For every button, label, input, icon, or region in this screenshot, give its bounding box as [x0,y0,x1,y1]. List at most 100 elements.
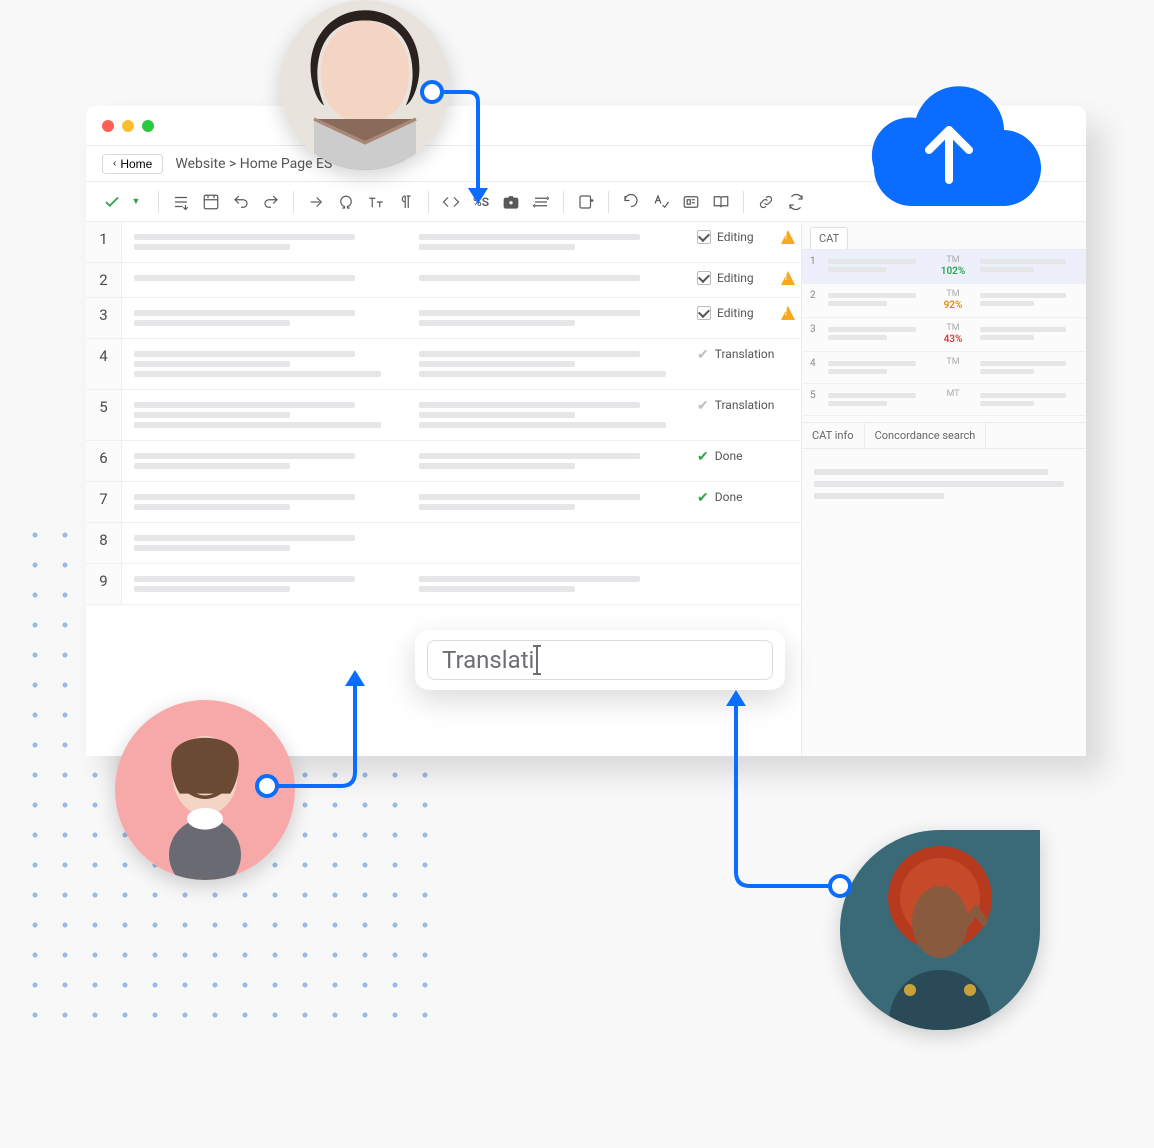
cat-panel-tabs: CAT [802,222,1086,250]
segment-source [122,523,407,563]
segment-source [122,222,407,262]
segment-row[interactable]: 4✔Translation [86,339,801,390]
text-size-button[interactable] [364,190,388,214]
segment-source [122,441,407,481]
status-check-icon: ✔ [697,449,709,465]
window-controls [102,120,154,132]
segment-row[interactable]: 3 Editing [86,298,801,339]
segment-row[interactable]: 1Editing [86,222,801,263]
cat-match-target [980,390,1078,409]
home-button[interactable]: ‹ Home [102,154,163,174]
tab-concordance[interactable]: Concordance search [865,423,987,448]
toolbar-separator [563,191,564,213]
percent-s-button[interactable]: %S [469,190,493,214]
status-check-icon: ✔ [697,398,709,414]
segment-target[interactable] [407,222,692,262]
link-button[interactable] [754,190,778,214]
segment-target[interactable] [407,390,692,440]
book-open-button[interactable] [709,190,733,214]
segment-status [691,523,801,563]
spellcheck-button[interactable] [649,190,673,214]
segment-source [122,298,407,338]
status-label: Done [715,449,743,463]
segment-row[interactable]: 7✔Done [86,482,801,523]
status-check-icon: ✔ [697,490,709,506]
screenshot-button[interactable] [199,190,223,214]
cat-match-row[interactable]: 2TM92% [802,284,1086,318]
code-button[interactable] [439,190,463,214]
cat-info-body [802,449,1086,519]
cat-match-row[interactable]: 1 TM102% [802,250,1086,284]
cat-match-target [980,324,1078,343]
cat-match-source [828,290,926,309]
cat-match-source [828,256,926,275]
redo-button[interactable] [259,190,283,214]
segment-row[interactable]: 2Editing [86,263,801,298]
pilcrow-button[interactable] [394,190,418,214]
segment-target[interactable] [407,263,692,297]
status-checkbox-icon[interactable] [697,230,711,244]
translation-input[interactable]: Translati [427,640,773,680]
segment-target[interactable] [407,339,692,389]
tab-cat[interactable]: CAT [810,227,848,249]
status-checkbox-icon[interactable] [697,306,711,320]
segment-target[interactable] [407,298,692,338]
cat-match-target [980,358,1078,377]
segment-status: Editing [691,298,801,338]
segment-row[interactable]: 6✔Done [86,441,801,482]
status-label: Translation [715,347,775,361]
confirm-check-button[interactable] [100,190,124,214]
cat-match-number: 4 [810,358,822,369]
tab-cat-info[interactable]: CAT info [802,423,865,448]
cloud-upload-icon [854,70,1044,210]
segment-number: 2 [86,263,122,297]
cat-match-score: MT [932,390,974,400]
segment-number: 8 [86,523,122,563]
segment-source [122,263,407,297]
warning-icon [781,271,795,285]
segment-source [122,390,407,440]
segment-row[interactable]: 5 ✔Translation [86,390,801,441]
translation-input-popover: Translati [415,630,785,690]
segment-target[interactable] [407,564,692,604]
toolbar-separator [158,191,159,213]
segment-row[interactable]: 8 [86,523,801,564]
cat-info-tabs: CAT info Concordance search [802,422,1086,449]
segment-target[interactable] [407,441,692,481]
confirm-dropdown-icon[interactable]: ▼ [124,190,148,214]
segment-status: ✔Translation [691,390,801,440]
segment-down-button[interactable] [169,190,193,214]
revert-button[interactable] [619,190,643,214]
segment-status: ✔Done [691,482,801,522]
window-minimize-icon[interactable] [122,120,134,132]
lines-button[interactable] [529,190,553,214]
preview-button[interactable] [679,190,703,214]
cat-match-row[interactable]: 5MT [802,384,1086,416]
cat-match-target [980,290,1078,309]
segment-source [122,564,407,604]
omega-button[interactable] [334,190,358,214]
window-zoom-icon[interactable] [142,120,154,132]
book-plus-button[interactable] [574,190,598,214]
segment-target[interactable] [407,482,692,522]
cat-match-row[interactable]: 3TM43% [802,318,1086,352]
camera-button[interactable] [499,190,523,214]
goto-button[interactable] [304,190,328,214]
window-close-icon[interactable] [102,120,114,132]
status-label: Editing [717,306,754,320]
segment-row[interactable]: 9 [86,564,801,605]
segment-status: ✔ Done [691,441,801,481]
segment-target[interactable] [407,523,692,563]
segment-number: 3 [86,298,122,338]
cat-match-number: 1 [810,256,822,267]
cat-match-row[interactable]: 4TM [802,352,1086,384]
status-checkbox-icon[interactable] [697,271,711,285]
text-cursor-icon [536,647,538,673]
undo-button[interactable] [229,190,253,214]
warning-icon [781,306,795,320]
avatar-user-1 [280,0,450,170]
sync-button[interactable] [784,190,808,214]
segment-number: 5 [86,390,122,440]
segment-number: 1 [86,222,122,262]
cat-match-score: TM102% [932,256,974,277]
